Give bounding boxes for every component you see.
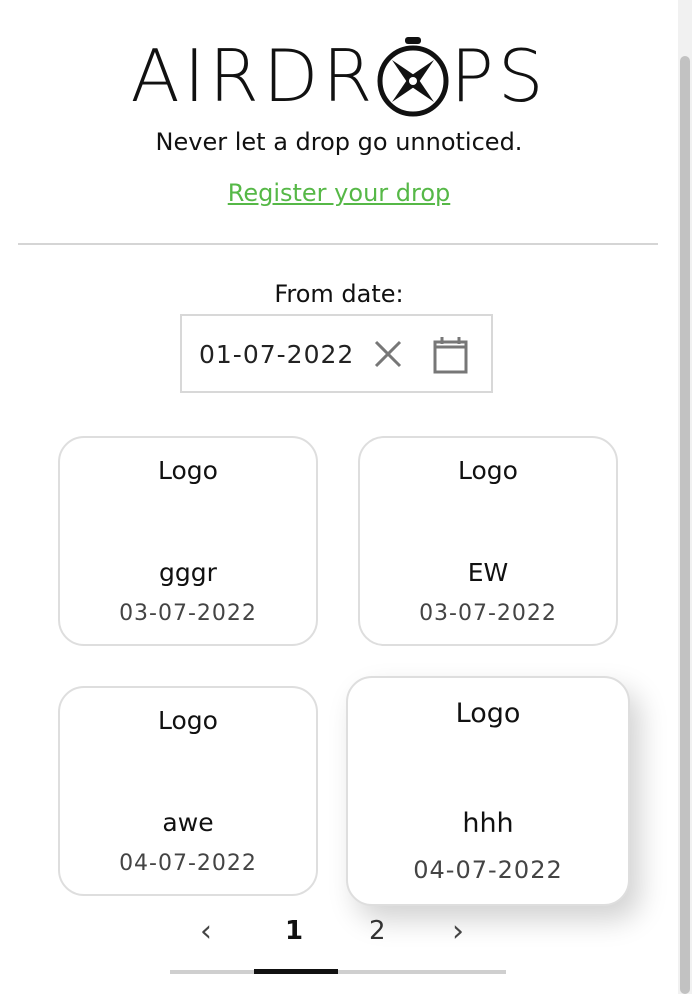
logo-text-right: PS [450, 34, 548, 118]
chevron-left-icon[interactable]: ‹ [200, 914, 212, 949]
logo-text-left: AIRDR [130, 34, 377, 118]
card-name: hhh [462, 808, 514, 839]
drop-card-hovered[interactable]: Logo hhh 04-07-2022 [346, 676, 630, 906]
drop-card[interactable]: Logo awe 04-07-2022 [58, 686, 318, 896]
page-2-button[interactable]: 2 [369, 916, 386, 946]
drop-card[interactable]: Logo gggr 03-07-2022 [58, 436, 318, 646]
tagline: Never let a drop go unnoticed. [155, 128, 523, 156]
from-date-label: From date: [274, 280, 404, 308]
card-logo: Logo [158, 706, 218, 735]
pagination: ‹ 1 2 › [0, 910, 678, 960]
pagination-track [170, 970, 506, 974]
calendar-icon[interactable] [432, 336, 470, 374]
card-name: awe [162, 808, 214, 837]
card-date: 04-07-2022 [119, 851, 257, 876]
card-name: EW [467, 558, 509, 587]
card-logo: Logo [458, 456, 518, 485]
chevron-right-icon[interactable]: › [452, 914, 464, 949]
date-value[interactable]: 01-07-2022 [199, 340, 354, 369]
from-date-input[interactable]: 01-07-2022 [180, 314, 493, 393]
card-date: 03-07-2022 [119, 601, 257, 626]
pagination-active-indicator [254, 969, 338, 974]
register-drop-link[interactable]: Register your drop [0, 179, 678, 207]
card-logo: Logo [455, 698, 521, 729]
clear-icon[interactable] [372, 338, 404, 370]
drop-card[interactable]: Logo EW 03-07-2022 [358, 436, 618, 646]
page-1-button[interactable]: 1 [285, 916, 303, 946]
card-logo: Logo [158, 456, 218, 485]
compass-icon [374, 37, 452, 119]
brand-logo: AIRDR PS [0, 34, 678, 119]
card-name: gggr [159, 558, 217, 587]
divider [18, 243, 658, 245]
card-date: 04-07-2022 [413, 856, 563, 884]
card-date: 03-07-2022 [419, 601, 557, 626]
scrollbar-thumb[interactable] [680, 56, 690, 994]
